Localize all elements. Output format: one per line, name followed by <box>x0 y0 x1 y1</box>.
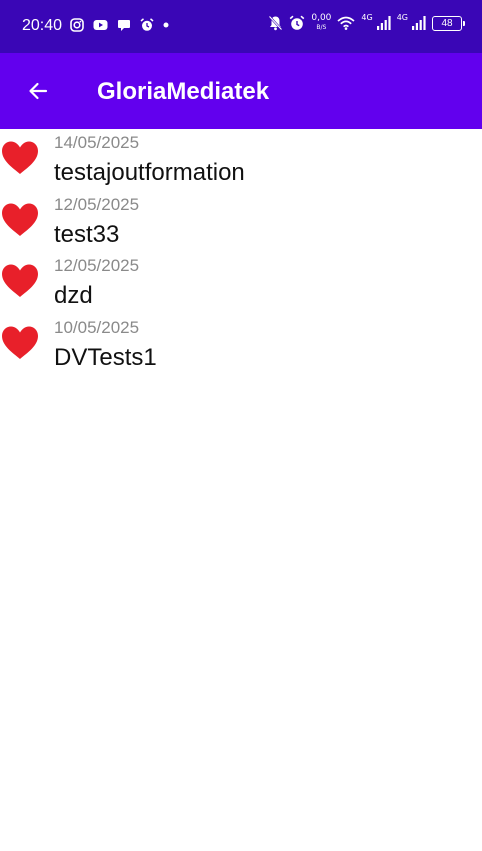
heart-icon[interactable] <box>0 325 40 361</box>
list-item[interactable]: 12/05/2025 test33 <box>0 191 482 253</box>
list-item[interactable]: 12/05/2025 dzd <box>0 252 482 314</box>
item-title: test33 <box>54 220 120 248</box>
signal-icon <box>412 16 426 30</box>
dot-icon <box>163 22 169 28</box>
network-speed: 0,00 B/S <box>311 14 331 32</box>
back-button[interactable] <box>16 71 60 111</box>
heart-icon[interactable] <box>0 202 40 238</box>
item-title: testajoutformation <box>54 159 245 186</box>
instagram-icon <box>70 18 84 32</box>
arrow-left-icon <box>29 82 48 100</box>
item-date: 10/05/2025 <box>54 318 140 338</box>
system-icons: 0,00 B/S 4G 4G 48 <box>268 12 465 32</box>
list-item[interactable]: 10/05/2025 DVTests1 <box>0 314 482 376</box>
network-speed-unit: B/S <box>316 24 327 31</box>
list-item[interactable]: 14/05/2025 testajoutformation <box>0 129 482 191</box>
signal-icon <box>376 16 391 30</box>
status-bar: 20:40 0,00 B/S 4G 4G 48 <box>0 0 482 53</box>
battery-level: 48 <box>441 17 453 29</box>
wifi-icon <box>337 16 355 30</box>
heart-icon[interactable] <box>0 263 40 299</box>
alarm-icon <box>290 15 305 30</box>
battery-indicator: 48 <box>432 15 465 31</box>
item-date: 12/05/2025 <box>54 256 140 276</box>
notifications-off-icon <box>269 15 283 31</box>
youtube-icon <box>93 20 108 30</box>
item-title: dzd <box>54 282 93 310</box>
alarm-icon <box>140 18 154 31</box>
signal-1-label: 4G <box>361 12 373 22</box>
item-date: 14/05/2025 <box>54 133 140 152</box>
status-time: 20:40 <box>22 17 63 34</box>
page-title: GloriaMediatek <box>97 78 270 105</box>
item-date: 12/05/2025 <box>54 194 140 214</box>
favorites-list: 14/05/2025 testajoutformation 12/05/2025… <box>0 129 482 376</box>
signal-2-label: 4G <box>396 12 408 22</box>
notification-icons <box>70 18 169 32</box>
item-title: DVTests1 <box>54 344 157 372</box>
network-speed-value: 0,00 <box>311 13 332 23</box>
app-bar: GloriaMediatek <box>0 53 482 129</box>
heart-icon[interactable] <box>0 140 40 176</box>
chat-icon <box>118 20 130 31</box>
